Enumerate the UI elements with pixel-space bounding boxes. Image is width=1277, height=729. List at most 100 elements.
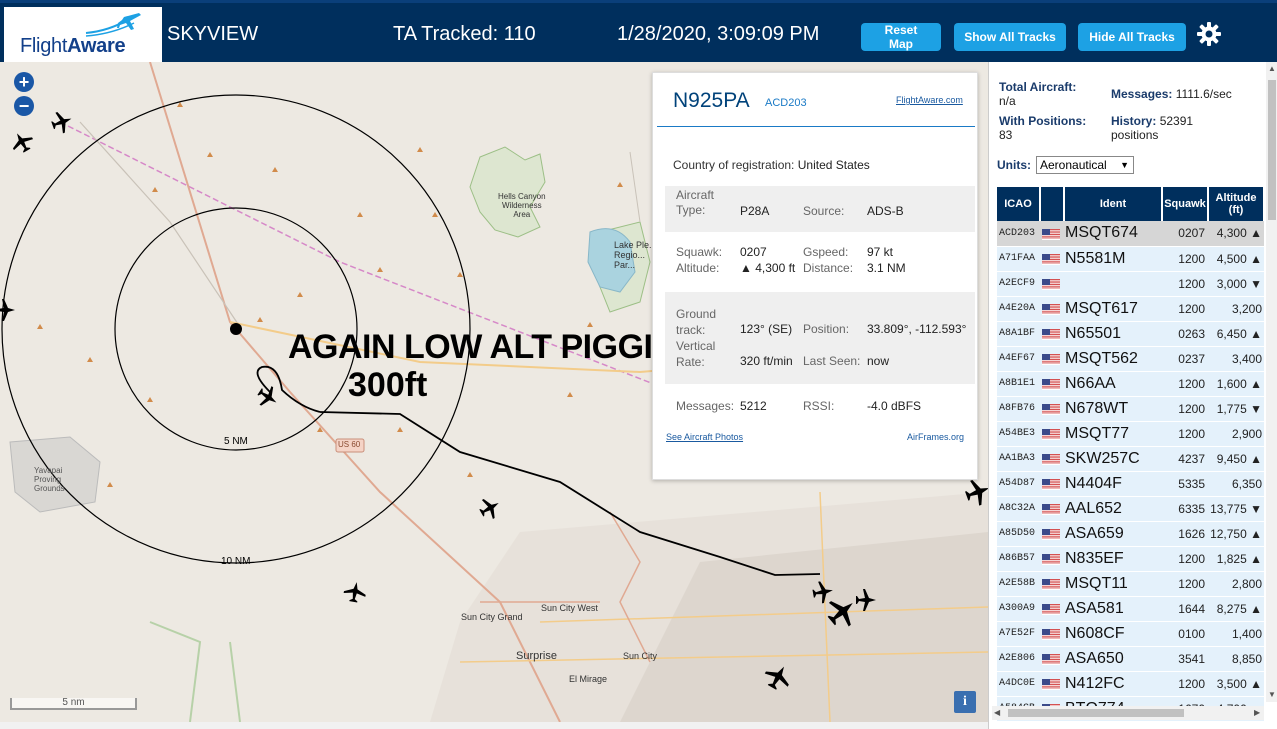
hide-all-tracks-button[interactable]: Hide All Tracks	[1078, 23, 1186, 51]
annotation-text: AGAIN LOW ALT PIGGIN	[288, 328, 677, 366]
cell-altitude: 6,350	[1208, 471, 1264, 497]
cell-altitude: 1,775 ▼	[1208, 396, 1264, 422]
col-icao[interactable]: ICAO	[997, 187, 1041, 221]
cell-ident	[1064, 271, 1162, 297]
map-view[interactable]: + − AGAIN LOW ALT PIGGIN 300ft 5 NM 10 N…	[0, 62, 988, 722]
cell-ident: ASA659	[1064, 521, 1162, 547]
table-row[interactable]: A2E58B MSQT11 1200 2,800	[997, 571, 1264, 597]
cell-squawk: 6335	[1162, 496, 1208, 522]
cell-altitude: 4,300 ▲	[1208, 221, 1264, 247]
cell-squawk: 1200	[1162, 396, 1208, 422]
popup-block-messages: Messages: 5212 RSSI: -4.0 dBFS	[665, 393, 975, 417]
table-row[interactable]: A71FAA N5581M 1200 4,500 ▲	[997, 246, 1264, 272]
table-row[interactable]: A4EF67 MSQT562 0237 3,400	[997, 346, 1264, 372]
table-row[interactable]: A2ECF9 1200 3,000 ▼	[997, 271, 1264, 297]
cell-ident: N412FC	[1064, 671, 1162, 697]
sidebar-horizontal-scrollbar[interactable]: ◀ ▶	[992, 706, 1264, 720]
popup-country: Country of registration: United States	[673, 158, 870, 172]
table-row[interactable]: A8A1BF N65501 0263 6,450 ▲	[997, 321, 1264, 347]
show-all-tracks-button[interactable]: Show All Tracks	[954, 23, 1066, 51]
sun-city-grand-label: Sun City Grand	[461, 612, 523, 622]
table-row[interactable]: A8FB76 N678WT 1200 1,775 ▼	[997, 396, 1264, 422]
cell-ident: N835EF	[1064, 546, 1162, 572]
table-row[interactable]: A7E52F N608CF 0100 1,400	[997, 621, 1264, 647]
tracked-count: TA Tracked: 110	[393, 23, 536, 45]
info-button[interactable]: i	[954, 691, 976, 713]
popup-block-squawk: Squawk: 0207 Gspeed: 97 kt Altitude: ▲ 4…	[665, 241, 975, 287]
cell-squawk: 0263	[1162, 321, 1208, 347]
cell-squawk: 1200	[1162, 371, 1208, 397]
zoom-in-button[interactable]: +	[14, 72, 34, 92]
cell-icao: A4E20A	[997, 296, 1040, 322]
cell-altitude: 6,450 ▲	[1208, 321, 1264, 347]
table-row[interactable]: A4E20A MSQT617 1200 3,200	[997, 296, 1264, 322]
units-select[interactable]: Aeronautical ▼	[1036, 156, 1134, 174]
scroll-up-icon[interactable]: ▲	[1268, 64, 1276, 73]
col-ident[interactable]: Ident	[1064, 187, 1163, 221]
cell-altitude: 2,900	[1208, 421, 1264, 447]
popup-block-track: Ground track: 123° (SE) Position: 33.809…	[665, 292, 975, 384]
cell-icao: AA1BA3	[997, 446, 1040, 472]
flag-us-icon	[1040, 521, 1064, 547]
scroll-left-icon[interactable]: ◀	[994, 708, 1000, 717]
table-row[interactable]: A2E806 ASA650 3541 8,850	[997, 646, 1264, 672]
cell-ident: ASA650	[1064, 646, 1162, 672]
cell-squawk: 1200	[1162, 671, 1208, 697]
logo-text: FlightAware	[20, 35, 126, 57]
cell-ident: MSQT617	[1064, 296, 1162, 322]
col-flag[interactable]	[1040, 187, 1065, 221]
col-altitude[interactable]: Altitude (ft)	[1208, 187, 1265, 221]
cell-icao: A4DC0E	[997, 671, 1040, 697]
cell-altitude: 13,775 ▼	[1208, 496, 1264, 522]
cell-icao: A2ECF9	[997, 271, 1040, 297]
cell-icao: A8A1BF	[997, 321, 1040, 347]
zoom-out-button[interactable]: −	[14, 96, 34, 116]
table-row[interactable]: AA1BA3 SKW257C 4237 9,450 ▲	[997, 446, 1264, 472]
gear-icon[interactable]	[1196, 21, 1222, 47]
table-row[interactable]: A300A9 ASA581 1644 8,275 ▲	[997, 596, 1264, 622]
cell-altitude: 3,500 ▲	[1208, 671, 1264, 697]
flag-us-icon	[1040, 396, 1064, 422]
cell-squawk: 1200	[1162, 296, 1208, 322]
table-row[interactable]: A8C32A AAL652 6335 13,775 ▼	[997, 496, 1264, 522]
popup-divider	[657, 126, 975, 127]
table-row[interactable]: ACD203 MSQT674 0207 4,300 ▲	[997, 221, 1264, 247]
hscroll-thumb[interactable]	[1008, 709, 1184, 717]
map-bottom-strip	[0, 722, 988, 729]
flag-us-icon	[1040, 621, 1064, 647]
scroll-thumb[interactable]	[1268, 80, 1276, 220]
scroll-right-icon[interactable]: ▶	[1254, 708, 1260, 717]
flag-us-icon	[1040, 221, 1064, 247]
annotation-altitude: 300ft	[348, 366, 428, 404]
table-row[interactable]: A54BE3 MSQT77 1200 2,900	[997, 421, 1264, 447]
flightaware-logo[interactable]: FlightAware	[4, 7, 162, 63]
flag-us-icon	[1040, 271, 1064, 297]
cell-icao: A86B57	[997, 546, 1040, 572]
us60-label: US 60	[338, 440, 361, 449]
total-aircraft: Total Aircraft: n/a	[999, 80, 1077, 108]
cell-squawk: 4237	[1162, 446, 1208, 472]
airframes-link[interactable]: AirFrames.org	[907, 432, 964, 442]
cell-ident: N5581M	[1064, 246, 1162, 272]
col-squawk[interactable]: Squawk	[1162, 187, 1209, 221]
table-row[interactable]: A4DC0E N412FC 1200 3,500 ▲	[997, 671, 1264, 697]
cell-altitude: 12,750 ▲	[1208, 521, 1264, 547]
cell-icao: A7E52F	[997, 621, 1040, 647]
table-row[interactable]: A8B1E1 N66AA 1200 1,600 ▲	[997, 371, 1264, 397]
reset-map-button[interactable]: Reset Map	[861, 23, 941, 51]
flightaware-link[interactable]: FlightAware.com	[896, 95, 963, 105]
popup-callsign: N925PA	[673, 89, 750, 112]
skyview-app: FlightAware SKYVIEW TA Tracked: 110 1/28…	[0, 0, 1277, 729]
scroll-down-icon[interactable]: ▼	[1268, 690, 1276, 699]
cell-ident: N66AA	[1064, 371, 1162, 397]
table-row[interactable]: A85D50 ASA659 1626 12,750 ▲	[997, 521, 1264, 547]
table-row[interactable]: A54D87 N4404F 5335 6,350	[997, 471, 1264, 497]
lake-pleasant-label: Lake Ple... Regio... Par...	[614, 240, 657, 270]
aircraft-photos-link[interactable]: See Aircraft Photos	[666, 432, 743, 442]
flag-us-icon	[1040, 296, 1064, 322]
cell-squawk: 1200	[1162, 571, 1208, 597]
sidebar-vertical-scrollbar[interactable]: ▲ ▼	[1266, 62, 1277, 702]
el-mirage-label: El Mirage	[569, 674, 608, 684]
table-row[interactable]: A86B57 N835EF 1200 1,825 ▲	[997, 546, 1264, 572]
flag-us-icon	[1040, 496, 1064, 522]
